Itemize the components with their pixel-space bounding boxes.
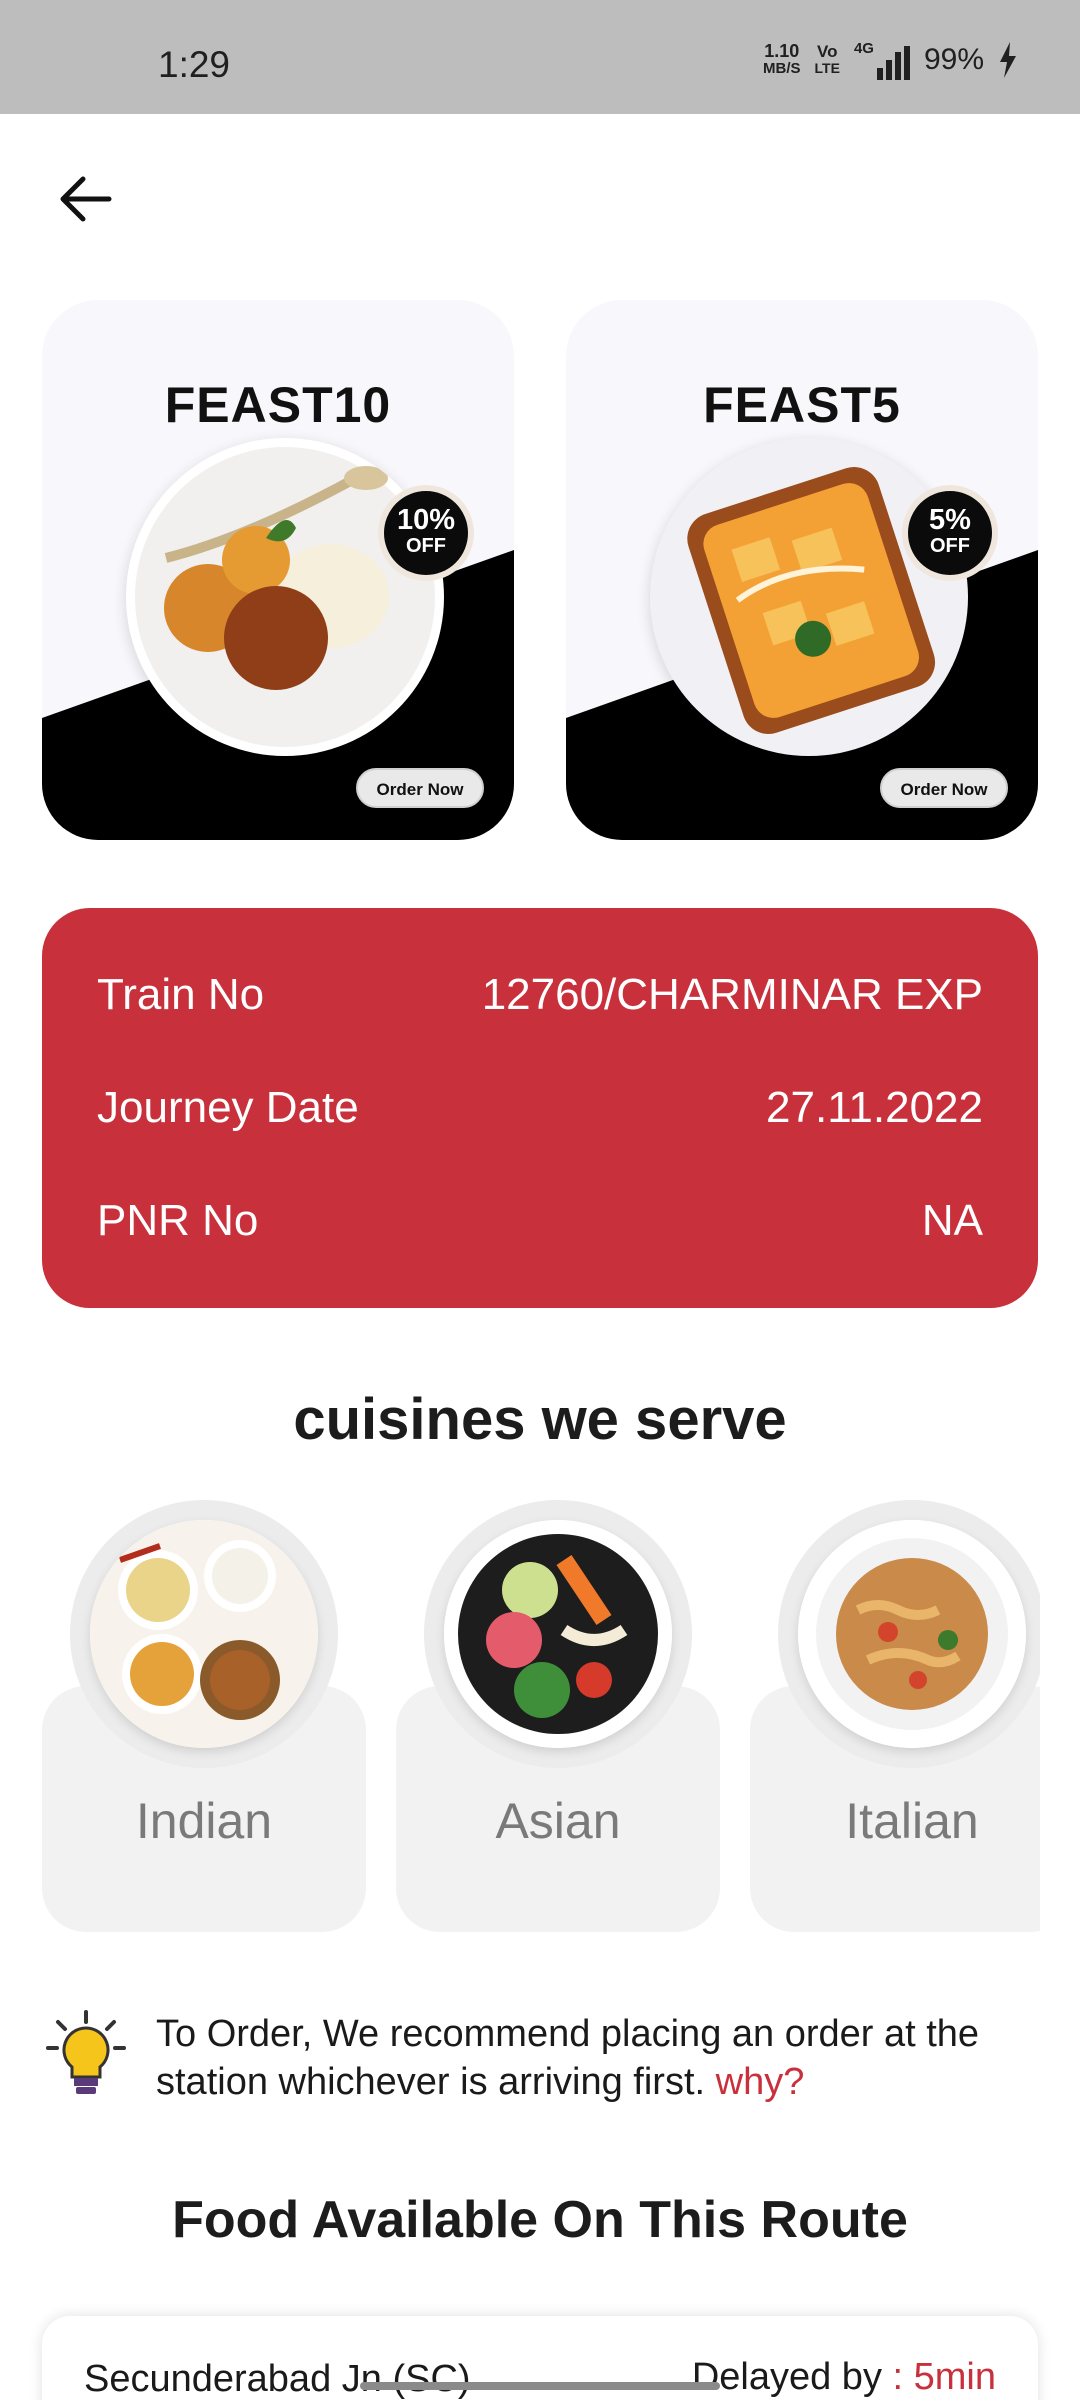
signal-icon: 4G bbox=[854, 40, 910, 80]
gulab-jamun-icecream-icon bbox=[126, 438, 444, 756]
pnr-row: PNR No NA bbox=[97, 1196, 983, 1246]
cuisine-label: Asian bbox=[495, 1793, 621, 1849]
paneer-curry-icon bbox=[650, 438, 968, 756]
why-link[interactable]: why? bbox=[716, 2061, 805, 2103]
route-title: Food Available On This Route bbox=[172, 2191, 908, 2249]
train-number-value: 12760/CHARMINAR EXP bbox=[481, 970, 983, 1019]
volte-icon: Vo LTE bbox=[814, 42, 840, 76]
offer-code: FEAST10 bbox=[164, 377, 392, 433]
asian-bowl-icon bbox=[444, 1520, 672, 1748]
cuisine-label: Italian bbox=[845, 1793, 979, 1849]
delay-status: Delayed by : 5min bbox=[691, 2356, 996, 2398]
pnr-label: PNR No bbox=[97, 1196, 259, 1245]
cuisine-label: Indian bbox=[135, 1793, 273, 1849]
home-indicator[interactable] bbox=[360, 2382, 720, 2390]
cuisines-title: cuisines we serve bbox=[293, 1387, 787, 1452]
journey-date-row: Journey Date 27.11.2022 bbox=[97, 1083, 983, 1133]
back-button[interactable] bbox=[50, 168, 120, 230]
discount-badge: 5% OFF bbox=[902, 485, 998, 581]
pasta-plate-icon bbox=[798, 1520, 1026, 1748]
cuisine-card-italian[interactable]: Italian bbox=[750, 1500, 1040, 1932]
order-now-button[interactable]: Order Now bbox=[880, 768, 1008, 808]
network-speed: 1.10 MB/S bbox=[763, 41, 801, 77]
discount-badge: 10% OFF bbox=[378, 485, 474, 581]
offer-code: FEAST5 bbox=[703, 377, 901, 433]
pnr-value: NA bbox=[921, 1196, 983, 1245]
battery-level: 99% bbox=[923, 43, 984, 76]
order-now-button[interactable]: Order Now bbox=[356, 768, 484, 808]
cuisine-carousel[interactable]: Indian Asian Italian bbox=[0, 1490, 1040, 1940]
cuisine-card-indian[interactable]: Indian bbox=[42, 1500, 366, 1932]
station-name: Secunderabad Jn (SC) bbox=[84, 2358, 471, 2400]
train-number-label: Train No bbox=[97, 970, 265, 1019]
train-number-row: Train No 12760/CHARMINAR EXP bbox=[97, 970, 983, 1020]
lightbulb-icon bbox=[46, 2010, 126, 2094]
journey-date-label: Journey Date bbox=[97, 1083, 359, 1132]
tip-text: To Order, We recommend placing an order … bbox=[156, 2013, 980, 2103]
status-bar: 1:29 1.10 MB/S Vo LTE 4G 99% bbox=[0, 0, 1080, 114]
offer-card-feast10[interactable]: FEAST10 10% OFF Order Now bbox=[42, 300, 514, 840]
journey-date-value: 27.11.2022 bbox=[766, 1083, 983, 1132]
train-info-card: Train No 12760/CHARMINAR EXP Journey Dat… bbox=[42, 908, 1038, 1308]
order-tip: To Order, We recommend placing an order … bbox=[46, 2010, 1046, 2106]
charging-icon bbox=[1000, 42, 1016, 78]
offer-card-feast5[interactable]: FEAST5 5% OFF Order Now bbox=[566, 300, 1038, 840]
indian-thali-icon bbox=[90, 1520, 318, 1748]
status-time: 1:29 bbox=[158, 44, 231, 85]
arrow-left-icon bbox=[60, 176, 112, 222]
status-icons: 1.10 MB/S Vo LTE 4G 99% bbox=[763, 40, 1018, 80]
cuisine-card-asian[interactable]: Asian bbox=[396, 1500, 720, 1932]
